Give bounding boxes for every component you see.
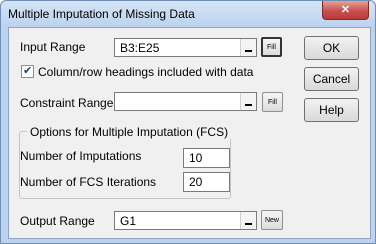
output-range-new-label: New	[264, 216, 279, 224]
dialog-window: Multiple Imputation of Missing Data ✕ In…	[0, 0, 376, 244]
minus-icon	[245, 50, 252, 52]
help-label: Help	[319, 103, 344, 117]
ok-label: OK	[322, 41, 341, 55]
options-groupbox-title: Options for Multiple Imputation (FCS)	[27, 125, 232, 139]
window-title: Multiple Imputation of Missing Data	[8, 7, 195, 21]
title-bar[interactable]: Multiple Imputation of Missing Data ✕	[1, 1, 375, 27]
output-range-value: G1	[120, 214, 137, 228]
output-range-new-button[interactable]: New	[261, 210, 283, 230]
minus-icon	[245, 104, 252, 106]
constraint-range-collapse-button[interactable]	[240, 93, 256, 110]
ok-button[interactable]: OK	[304, 36, 359, 60]
check-icon: ✔	[23, 65, 33, 77]
input-range-fill-button[interactable]: Fill	[261, 37, 282, 57]
input-range-fill-label: Fill	[267, 43, 276, 51]
iterations-field[interactable]: 20	[183, 172, 230, 192]
input-range-label: Input Range	[20, 40, 86, 54]
output-range-collapse-button[interactable]	[240, 212, 256, 229]
imputations-value: 10	[189, 151, 203, 165]
input-range-collapse-button[interactable]	[240, 39, 256, 56]
constraint-range-label: Constraint Range	[20, 96, 114, 110]
imputations-field[interactable]: 10	[183, 148, 230, 168]
constraint-range-field[interactable]	[114, 92, 257, 111]
cancel-label: Cancel	[312, 72, 351, 86]
output-range-label: Output Range	[20, 214, 95, 228]
constraint-range-fill-button[interactable]: Fill	[262, 92, 283, 112]
input-range-field[interactable]: B3:E25	[114, 38, 257, 57]
close-icon: ✕	[340, 3, 351, 16]
help-button[interactable]: Help	[304, 98, 359, 122]
headings-checkbox[interactable]: ✔	[21, 65, 34, 78]
headings-checkbox-label: Column/row headings included with data	[38, 65, 254, 79]
output-range-field[interactable]: G1	[114, 211, 257, 230]
constraint-range-fill-label: Fill	[268, 98, 277, 106]
iterations-value: 20	[189, 175, 203, 189]
input-range-value: B3:E25	[120, 41, 160, 55]
iterations-label: Number of FCS Iterations	[20, 175, 157, 189]
close-button[interactable]: ✕	[322, 1, 369, 20]
minus-icon	[245, 223, 252, 225]
dialog-body: Input Range B3:E25 Fill ✔ Column/row hea…	[8, 27, 371, 239]
imputations-label: Number of Imputations	[20, 149, 142, 163]
cancel-button[interactable]: Cancel	[304, 67, 359, 91]
